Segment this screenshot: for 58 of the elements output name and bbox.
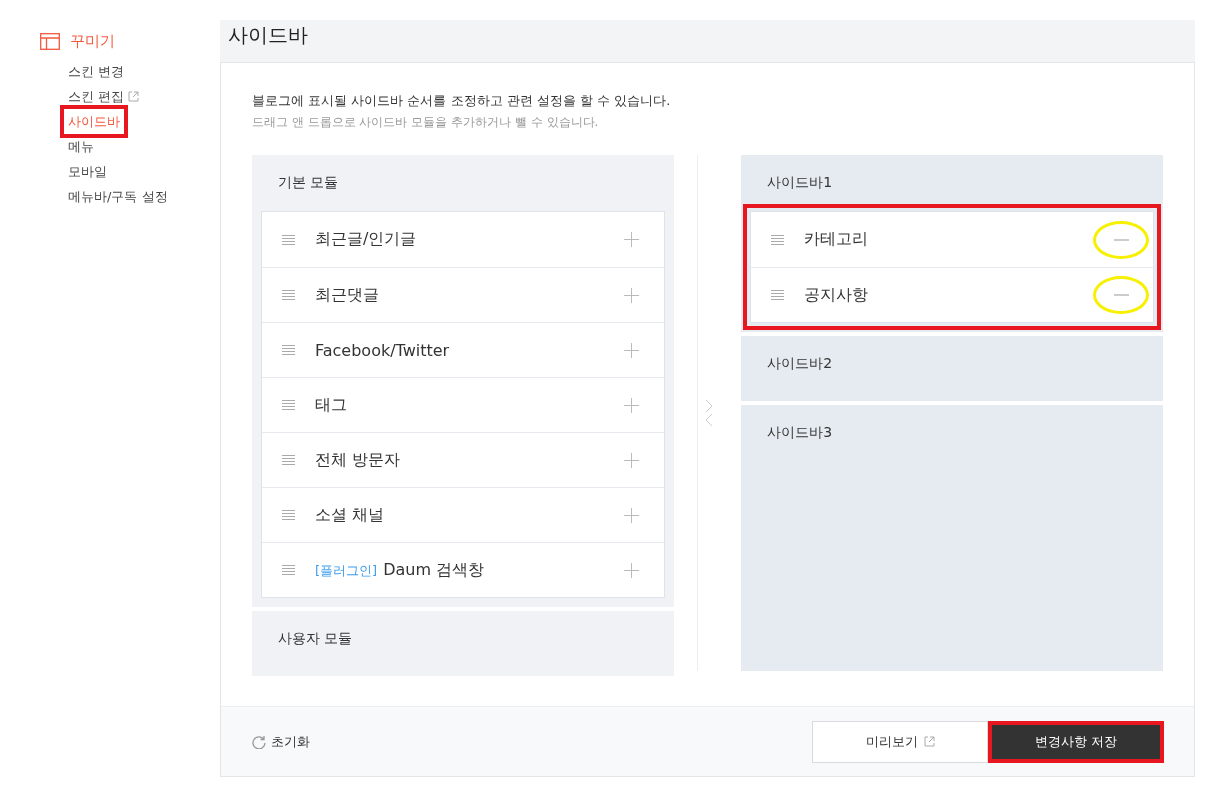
drag-handle-icon[interactable] xyxy=(282,345,295,355)
drag-handle-icon[interactable] xyxy=(282,510,295,520)
group-title: 기본 모듈 xyxy=(277,173,340,192)
add-button[interactable] xyxy=(621,450,642,470)
nav-item[interactable]: 스킨 편집 xyxy=(64,84,144,109)
preview-button[interactable]: 미리보기 xyxy=(812,720,988,763)
module-name: 최근글/인기글 xyxy=(315,229,418,250)
plus-icon xyxy=(624,397,640,413)
add-button[interactable] xyxy=(621,395,642,415)
drag-handle-icon[interactable] xyxy=(282,290,295,300)
chevron-left-icon[interactable] xyxy=(704,413,713,427)
group-title: 사용자 모듈 xyxy=(277,629,354,648)
reset-button[interactable]: 초기화 xyxy=(252,732,310,751)
module-name: 카테고리 xyxy=(804,229,870,250)
add-button[interactable] xyxy=(621,229,642,250)
add-button[interactable] xyxy=(621,560,642,580)
module-name: 최근댓글 xyxy=(315,284,380,306)
drag-handle-icon[interactable] xyxy=(771,234,785,245)
plus-icon xyxy=(624,562,640,578)
add-button[interactable] xyxy=(621,505,642,525)
external-link-icon xyxy=(923,736,935,747)
hint-text: 드래그 앤 드롭으로 사이드바 모듈을 추가하거나 뺄 수 있습니다. xyxy=(252,114,600,131)
nav-item[interactable]: 메뉴 xyxy=(64,134,98,159)
group-title: 사이드바1 xyxy=(766,173,834,192)
drag-handle-icon[interactable] xyxy=(282,455,295,465)
save-button[interactable]: 변경사항 저장 xyxy=(988,720,1164,763)
minus-icon xyxy=(1113,294,1129,296)
remove-button[interactable] xyxy=(1093,220,1149,259)
add-button[interactable] xyxy=(621,285,642,305)
plus-icon xyxy=(624,507,640,523)
plus-icon xyxy=(624,452,640,468)
module-name: 소셜 채널 xyxy=(315,504,386,526)
group-title: 사이드바2 xyxy=(766,354,834,373)
plus-icon xyxy=(624,287,640,303)
nav-item[interactable]: 모바일 xyxy=(64,159,111,184)
remove-button[interactable] xyxy=(1093,276,1149,314)
description-text: 블로그에 표시될 사이드바 순서를 조정하고 관련 설정을 할 수 있습니다. xyxy=(252,92,672,110)
drag-handle-icon[interactable] xyxy=(282,400,295,410)
drag-handle-icon[interactable] xyxy=(771,290,785,300)
plus-icon xyxy=(624,232,640,247)
drag-handle-icon[interactable] xyxy=(282,565,295,575)
drag-handle-icon[interactable] xyxy=(282,234,295,245)
chevron-right-icon[interactable] xyxy=(704,399,713,413)
nav-section-title: 꾸미기 xyxy=(70,32,115,51)
module-name: 전체 방문자 xyxy=(315,449,402,471)
nav-item[interactable]: 메뉴바/구독 설정 xyxy=(64,184,172,209)
module-name: 태그 xyxy=(315,394,348,416)
refresh-icon xyxy=(252,734,266,749)
group-title: 사이드바3 xyxy=(766,423,834,442)
module-name: Facebook/Twitter xyxy=(315,340,451,360)
layout-icon xyxy=(40,33,60,50)
minus-icon xyxy=(1113,238,1129,241)
add-button[interactable] xyxy=(621,340,642,360)
module-name: [플러그인] Daum 검색창 xyxy=(315,559,486,581)
module-name: 공지사항 xyxy=(804,284,870,306)
plus-icon xyxy=(624,342,640,358)
nav-item[interactable]: 스킨 변경 xyxy=(64,59,129,84)
page-title: 사이드바 xyxy=(228,22,309,49)
